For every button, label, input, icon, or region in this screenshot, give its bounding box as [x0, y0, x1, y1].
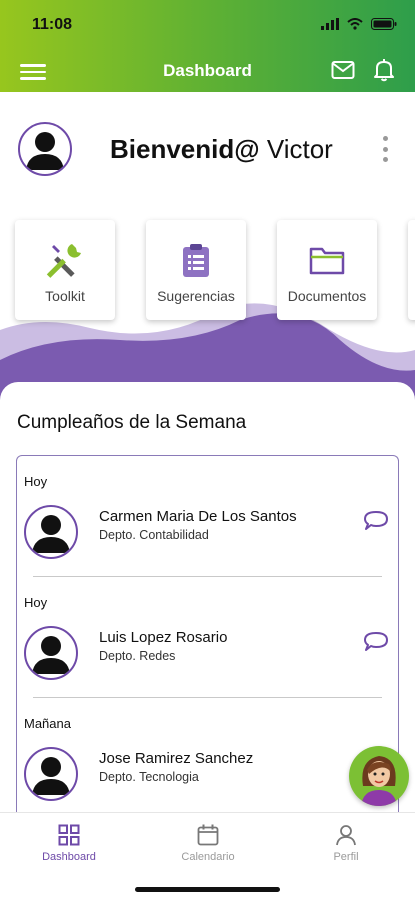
dashboard-icon — [58, 824, 80, 846]
clipboard-icon — [183, 244, 209, 277]
menu-button[interactable] — [20, 60, 46, 82]
birthday-when: Hoy — [24, 595, 48, 610]
birthday-list: Hoy Carmen Maria De Los Santos Depto. Co… — [16, 455, 399, 813]
list-item[interactable]: Hoy Carmen Maria De Los Santos Depto. Co… — [17, 456, 398, 576]
birthdays-title: Cumpleaños de la Semana — [17, 412, 247, 433]
chat-icon[interactable] — [363, 631, 389, 653]
person-name: Jose Ramirez Sanchez — [99, 750, 254, 767]
tab-label: Perfil — [333, 851, 359, 863]
person-name: Carmen Maria De Los Santos — [99, 508, 297, 525]
assistant-avatar-icon — [361, 756, 397, 806]
folder-icon — [309, 247, 345, 275]
user-avatar-icon — [32, 515, 70, 553]
toolkit-card[interactable]: Toolkit — [15, 220, 115, 320]
status-time: 11:08 — [32, 16, 73, 33]
profile-icon — [336, 825, 356, 846]
next-card-peek[interactable] — [408, 220, 415, 320]
tab-label: Dashboard — [42, 851, 96, 863]
hamburger-line — [20, 77, 46, 80]
nav-bar: Dashboard — [0, 56, 415, 86]
birthday-when: Hoy — [24, 474, 48, 489]
avatar[interactable] — [18, 122, 72, 176]
avatar — [24, 505, 78, 559]
assistant-avatar-button[interactable] — [349, 746, 409, 806]
list-item[interactable]: Mañana Jose Ramirez Sanchez Depto. Tecno… — [17, 698, 398, 813]
person-department: Depto. Contabilidad — [99, 528, 209, 542]
signal-icon — [321, 18, 339, 30]
person-name: Luis Lopez Rosario — [99, 629, 228, 646]
more-options-button[interactable] — [381, 136, 389, 162]
welcome-section: Bienvenid@ Victor — [0, 120, 415, 180]
hamburger-line — [20, 70, 46, 73]
suggestions-label: Sugerencias — [157, 288, 235, 304]
welcome-greeting: Bienvenid@ Victor — [110, 134, 333, 165]
person-department: Depto. Redes — [99, 649, 176, 663]
avatar — [24, 747, 78, 801]
user-avatar-icon — [32, 757, 70, 795]
user-avatar-icon — [26, 132, 64, 170]
list-item[interactable]: Hoy Luis Lopez Rosario Depto. Redes — [17, 577, 398, 697]
avatar — [24, 626, 78, 680]
quick-actions: Toolkit Sugerencias Documentos — [15, 220, 415, 320]
user-name: Victor — [266, 134, 333, 164]
tab-profile[interactable]: Perfil — [296, 823, 396, 867]
toolkit-icon — [46, 244, 81, 278]
calendar-icon — [197, 824, 219, 846]
birthdays-section: Cumpleaños de la Semana Hoy Carmen Maria… — [0, 382, 415, 813]
documents-label: Documentos — [287, 288, 367, 304]
person-department: Depto. Tecnologia — [99, 770, 199, 784]
toolkit-label: Toolkit — [45, 288, 85, 304]
tab-calendar[interactable]: Calendario — [158, 823, 258, 867]
status-bar: 11:08 — [0, 14, 415, 36]
user-avatar-icon — [32, 636, 70, 674]
chat-icon[interactable] — [363, 510, 389, 532]
app-header: 11:08 Dashboard — [0, 0, 415, 92]
suggestions-card[interactable]: Sugerencias — [146, 220, 246, 320]
tab-dashboard[interactable]: Dashboard — [19, 823, 119, 867]
dot — [382, 157, 388, 162]
mail-icon[interactable] — [331, 60, 355, 80]
birthday-when: Mañana — [24, 716, 71, 731]
greeting-word: Bienvenid@ — [110, 134, 260, 164]
dot — [382, 136, 388, 141]
status-icons — [321, 18, 397, 30]
bell-icon[interactable] — [373, 58, 395, 82]
documents-card[interactable]: Documentos — [277, 220, 377, 320]
dot — [382, 146, 388, 152]
battery-icon — [371, 18, 397, 30]
home-indicator[interactable] — [135, 887, 280, 892]
wifi-icon — [347, 18, 363, 30]
hamburger-line — [20, 64, 46, 67]
tab-label: Calendario — [181, 851, 235, 863]
